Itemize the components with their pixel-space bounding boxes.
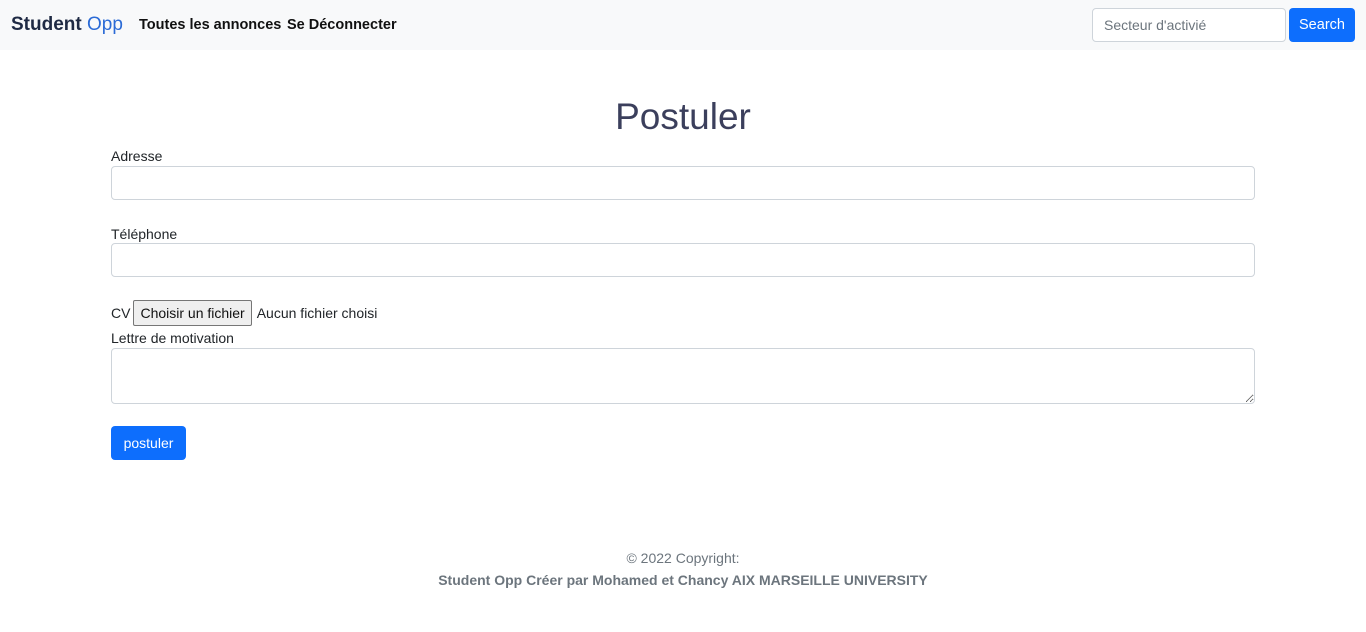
file-status-text: Aucun fichier choisi [256, 305, 378, 321]
top-navbar: Student Opp Toutes les annonces Se Décon… [0, 0, 1366, 50]
search-button[interactable]: Search [1289, 8, 1355, 42]
adresse-field[interactable] [111, 166, 1255, 200]
cv-label: CV [111, 305, 131, 321]
nav-link-logout[interactable]: Se Déconnecter [287, 16, 397, 34]
choose-file-button[interactable]: Choisir un fichier [133, 300, 252, 326]
brand-logo[interactable]: Student Opp [11, 13, 123, 37]
adresse-label: Adresse [111, 148, 163, 164]
search-input[interactable] [1092, 8, 1286, 42]
telephone-field[interactable] [111, 243, 1255, 277]
telephone-label: Téléphone [111, 226, 178, 242]
lettre-label: Lettre de motivation [111, 330, 234, 346]
cv-upload-row: CV Choisir un fichier Aucun fichier choi… [111, 300, 377, 326]
lettre-motivation-field[interactable] [111, 348, 1255, 404]
footer-credits: Student Opp Créer par Mohamed et Chancy … [438, 572, 928, 588]
nav-link-all-announcements[interactable]: Toutes les annonces [139, 16, 281, 34]
brand-name-bold: Student [11, 14, 82, 35]
footer-copyright: © 2022 Copyright: [626, 550, 740, 566]
page-title: Postuler [615, 96, 751, 137]
brand-name-light: Opp [87, 14, 123, 35]
postuler-button[interactable]: postuler [111, 426, 186, 460]
